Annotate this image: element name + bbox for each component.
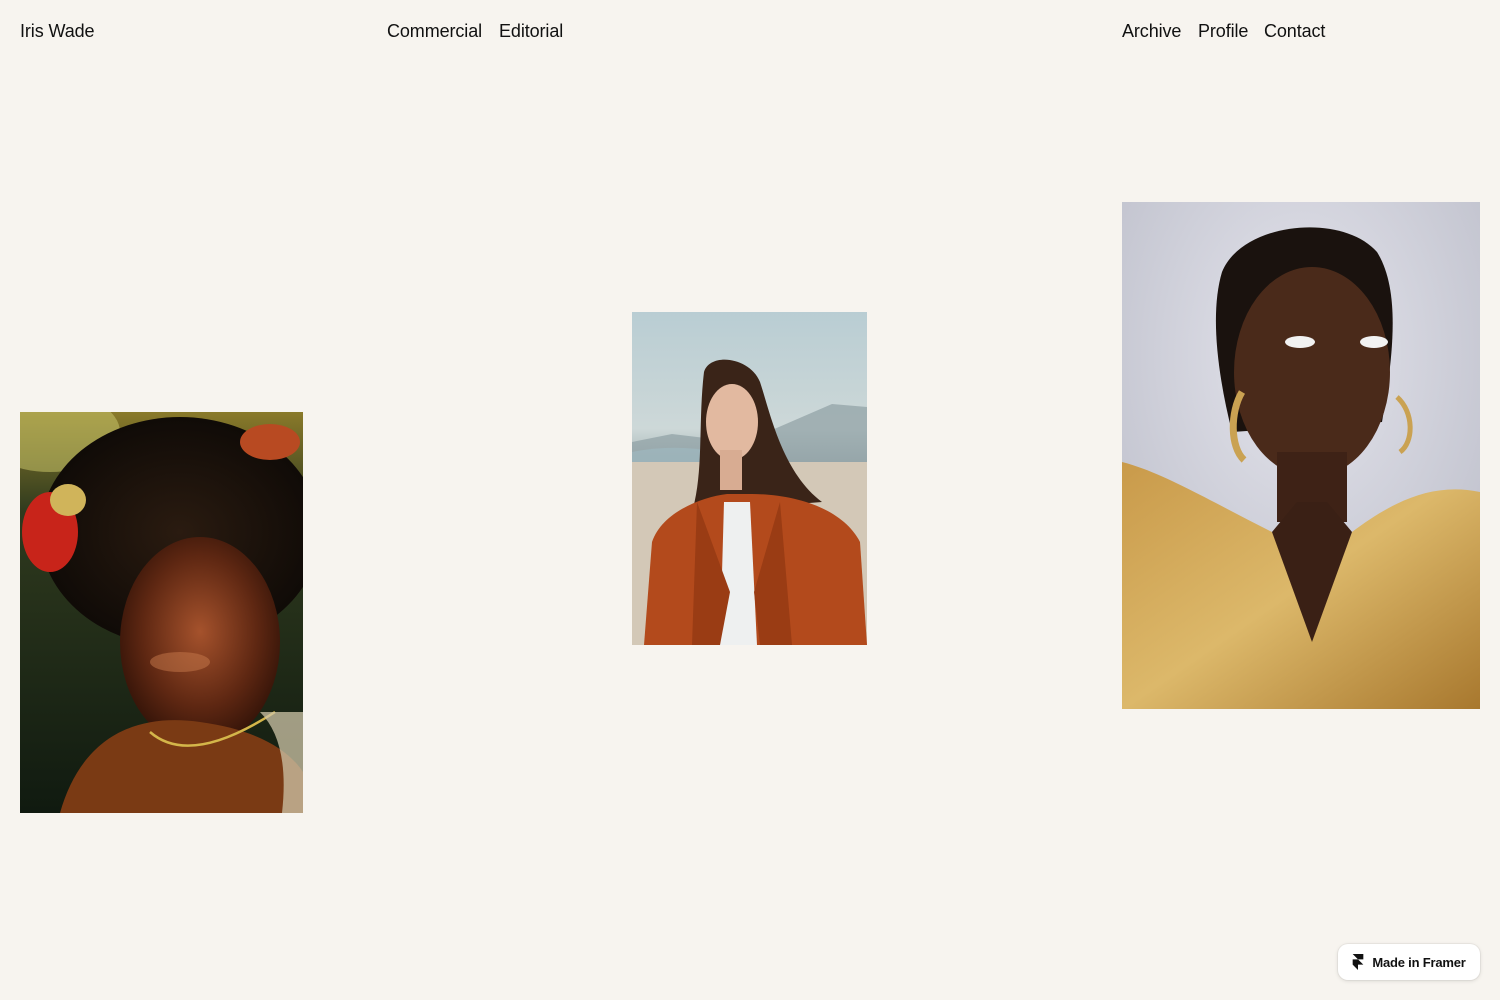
brand-name[interactable]: Iris Wade <box>20 19 95 43</box>
framer-icon <box>1353 954 1364 970</box>
nav-profile[interactable]: Profile <box>1198 19 1248 43</box>
nav-contact[interactable]: Contact <box>1264 19 1325 43</box>
portrait-orange-blazer-image <box>632 312 867 645</box>
gallery-photo-orange-blazer[interactable] <box>632 312 867 645</box>
portrait-gold-drape-image <box>1122 202 1480 709</box>
portrait-afro-flowers-image <box>20 412 303 813</box>
nav-archive[interactable]: Archive <box>1122 19 1181 43</box>
gallery-photo-afro-flowers[interactable] <box>20 412 303 813</box>
badge-label: Made in Framer <box>1372 954 1466 970</box>
gallery-photo-gold-drape[interactable] <box>1122 202 1480 709</box>
nav-commercial[interactable]: Commercial <box>387 19 482 43</box>
nav-editorial[interactable]: Editorial <box>499 19 563 43</box>
made-in-framer-badge[interactable]: Made in Framer <box>1338 944 1480 980</box>
